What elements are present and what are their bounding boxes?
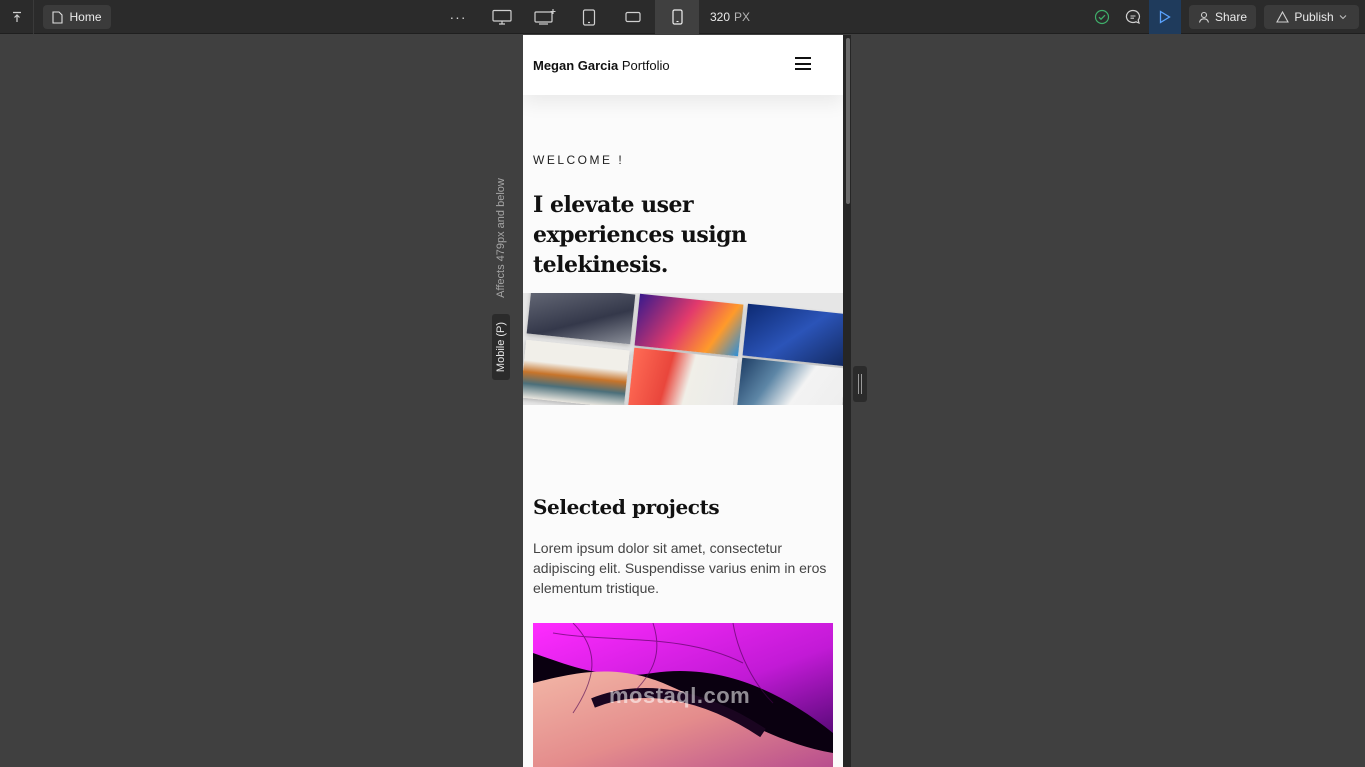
canvas-scroll-thumb[interactable] [846, 38, 850, 204]
canvas-width-value: 320 [710, 10, 731, 24]
breakpoint-affects-text: Affects 479px and below [495, 178, 508, 298]
more-breakpoints-button[interactable]: ··· [447, 0, 469, 34]
breakpoint-mobile-tab[interactable]: Mobile (P) [492, 314, 510, 380]
share-button[interactable]: Share [1189, 5, 1256, 29]
brand-name: Megan Garcia [533, 57, 619, 73]
breakpoint-desktop-button[interactable] [480, 0, 524, 34]
canvas-resize-handle[interactable] [853, 366, 867, 402]
breakpoint-tablet-button[interactable] [567, 0, 611, 34]
welcome-eyebrow: WELCOME ! [533, 153, 625, 167]
project-cover-image[interactable]: mostaql.com [533, 623, 833, 767]
user-icon [1198, 11, 1210, 23]
page-selector-label: Home [69, 10, 102, 24]
exit-icon [12, 11, 21, 22]
breakpoint-mobile-landscape-button[interactable] [611, 0, 655, 34]
breakpoint-base-button[interactable] [523, 0, 567, 34]
hero-headline: I elevate user experiences usign telekin… [533, 192, 747, 278]
portfolio-collage-image [523, 293, 843, 405]
share-label: Share [1214, 10, 1248, 24]
canvas-width-unit: PX [734, 10, 751, 24]
chevron-down-icon [1339, 15, 1347, 20]
play-icon [1159, 10, 1171, 24]
hamburger-icon[interactable] [795, 57, 811, 71]
desktop-star-icon [534, 9, 556, 25]
breakpoint-affects-label: Affects 479px and below [492, 168, 510, 308]
comment-icon [1125, 9, 1141, 25]
watermark-text: mostaql.com [609, 683, 751, 708]
breakpoint-mobile-text: Mobile (P) [495, 321, 507, 373]
mobile-landscape-icon [625, 11, 641, 23]
canvas-width-readout[interactable]: 320 PX [710, 0, 750, 34]
check-icon [1094, 9, 1110, 25]
desktop-icon [492, 9, 512, 25]
page-selector-button[interactable]: Home [43, 5, 111, 29]
brand-suffix: Portfolio [621, 57, 670, 73]
site-status-button[interactable] [1092, 7, 1112, 27]
projects-section-text: Lorem ipsum dolor sit amet, consectetur … [533, 540, 827, 596]
comments-button[interactable] [1123, 7, 1143, 27]
top-toolbar: Home ··· 320 PX Share Publish [0, 0, 1365, 34]
canvas-frame[interactable]: Megan Garcia Portfolio WELCOME ! I eleva… [523, 35, 843, 767]
site-navbar: Megan Garcia Portfolio [523, 35, 843, 95]
breakpoint-mobile-portrait-button[interactable] [655, 0, 699, 34]
publish-label: Publish [1294, 10, 1334, 24]
site-brand[interactable]: Megan Garcia Portfolio [533, 58, 670, 73]
publish-button[interactable]: Publish [1264, 5, 1359, 29]
exit-designer-button[interactable] [0, 0, 34, 34]
page-icon [52, 10, 64, 24]
publish-icon [1276, 11, 1290, 23]
mobile-portrait-icon [671, 9, 683, 25]
tablet-icon [582, 8, 596, 26]
preview-button[interactable] [1149, 0, 1181, 34]
projects-section-title: Selected projects [533, 495, 720, 519]
